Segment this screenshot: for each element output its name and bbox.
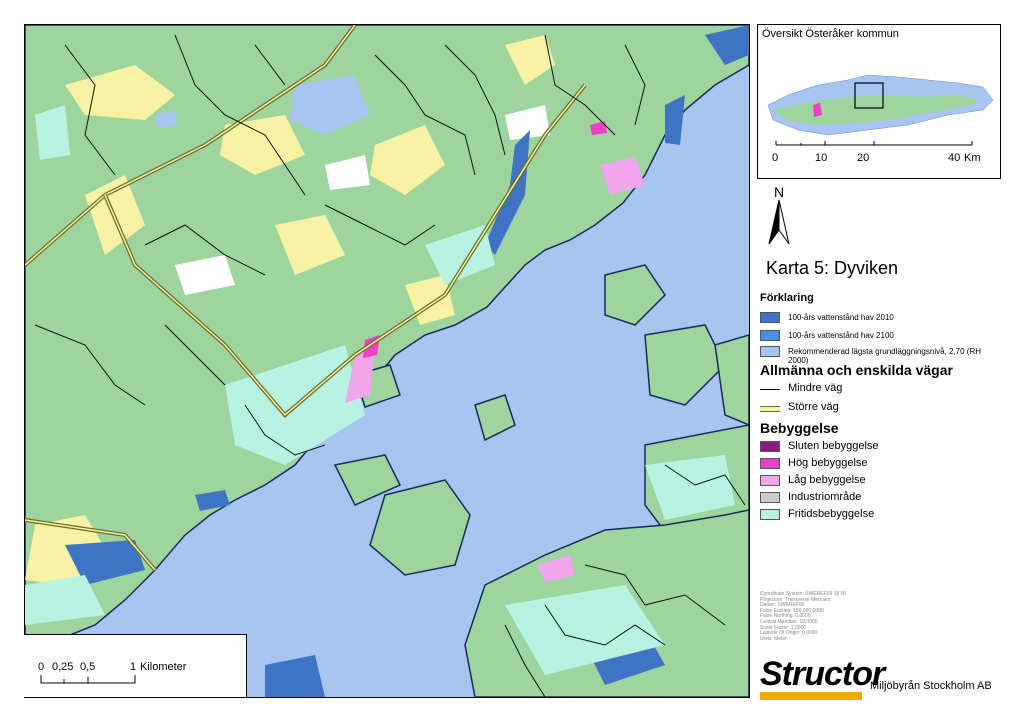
legend-swatch-holiday-housing — [760, 509, 780, 520]
legend-swatch-industrial — [760, 492, 780, 503]
scale-bar-line — [40, 675, 136, 684]
legend-label-flood-2010: 100-års vattenstånd hav 2010 — [788, 313, 894, 322]
north-arrow: N — [764, 184, 794, 254]
legend-swatch-flood-2010 — [760, 312, 780, 323]
scale-unit: Kilometer — [140, 661, 187, 673]
overview-tick-20: 20 — [857, 152, 870, 164]
legend-label-major-road: Större väg — [788, 401, 839, 413]
legend-roads-heading: Allmänna och enskilda vägar — [760, 362, 953, 378]
metadata-line: Units: Meter — [760, 635, 787, 642]
scale-tick-1: 1 — [130, 661, 137, 673]
logo-wordmark: Structor — [760, 655, 885, 693]
overview-tick-0: 0 — [772, 152, 779, 164]
legend-swatch-closed-housing — [760, 441, 780, 452]
legend-label-closed-housing: Sluten bebyggelse — [788, 440, 879, 452]
overview-unit: Km — [964, 152, 981, 164]
overview-scale-line — [775, 141, 973, 146]
scale-tick-0-25: 0,25 — [52, 661, 74, 673]
scale-bar: 0 0,25 0,5 1 Kilometer — [24, 634, 247, 697]
minor-road-line-icon — [760, 389, 780, 390]
north-arrow-icon — [768, 200, 790, 245]
overview-map: Översikt Österåker kommun 0 10 20 40 Km — [757, 24, 1001, 179]
legend-label-high-housing: Hög bebyggelse — [788, 457, 868, 469]
legend-heading: Förklaring — [760, 292, 814, 304]
legend-label-holiday-housing: Fritidsbebyggelse — [788, 508, 875, 520]
major-road-double-line-icon — [760, 406, 780, 412]
legend-label-industrial: Industriområde — [788, 491, 862, 503]
legend-swatch-low-housing — [760, 475, 780, 486]
company-name: Miljöbyrån Stockholm AB — [870, 680, 992, 692]
legend-label-low-housing: Låg bebyggelse — [788, 474, 866, 486]
map-title: Karta 5: Dyviken — [766, 258, 899, 278]
north-arrow-label: N — [773, 184, 785, 200]
structor-logo: Structor — [760, 655, 885, 700]
map-sidebar: Översikt Österåker kommun 0 10 20 40 Km … — [752, 24, 1002, 700]
map-canvas[interactable] — [24, 24, 750, 698]
legend-label-minor-road: Mindre väg — [788, 382, 843, 394]
logo-bar — [760, 692, 862, 700]
overview-tick-10: 10 — [815, 152, 828, 164]
legend-swatch-high-housing — [760, 458, 780, 469]
projection-metadata: Coordinate System: SWEREF99 18 00 Projec… — [760, 591, 846, 642]
map-drawing — [25, 25, 749, 697]
scale-tick-0-5: 0,5 — [80, 661, 96, 673]
legend-buildings-heading: Bebyggelse — [760, 420, 839, 436]
legend-label-flood-2100: 100-års vattenstånd hav 2100 — [788, 331, 894, 340]
legend-swatch-flood-2100 — [760, 330, 780, 341]
scale-tick-0: 0 — [38, 661, 45, 673]
legend-swatch-foundation-level — [760, 346, 780, 357]
overview-tick-40: 40 — [948, 152, 961, 164]
